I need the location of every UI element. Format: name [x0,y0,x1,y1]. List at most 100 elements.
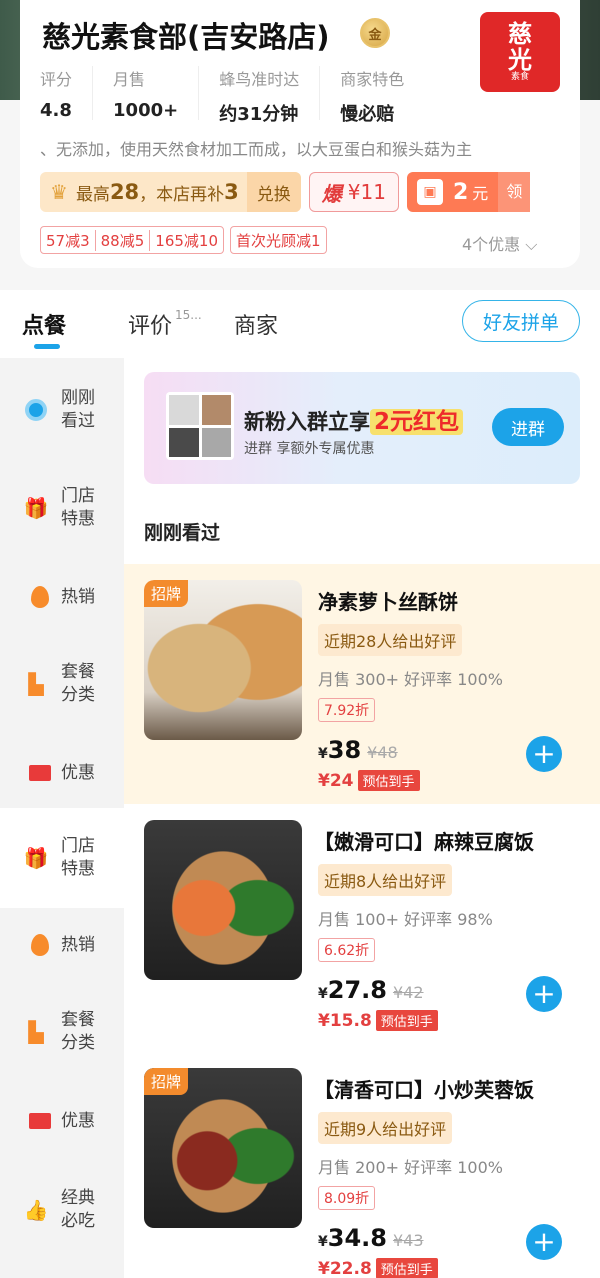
dish-discount: 6.62折 [318,938,376,962]
combo-icon: ▙ [28,1020,44,1044]
sidebar-item-store-deals[interactable]: 🎁 门店特惠 [0,478,124,538]
add-to-cart-button[interactable]: + [526,976,562,1012]
estimated-price: ¥22.8 预估到手 [318,1258,438,1278]
active-tab-indicator [34,344,60,349]
original-price: ¥43 [392,1231,424,1250]
estimated-label: 预估到手 [375,1258,438,1278]
sidebar-item-combo[interactable]: ▙ 套餐分类 [0,1002,124,1062]
offers-link[interactable]: 4个优惠 ⌵ [462,231,537,255]
tab-label: 评价 [128,314,173,339]
discount-tag: 57减3 [41,229,96,251]
coupon-icon [29,1110,51,1132]
thumb-icon: 👍 [23,1198,49,1222]
banner-subtitle: 进群 享额外专属优惠 [244,441,375,457]
flame-icon [29,934,51,956]
coupon-promo[interactable]: ▣ 2 元 领 [406,172,531,212]
sidebar-label: 门店特惠 [61,836,95,879]
flame-icon [29,586,51,608]
original-price: ¥42 [392,983,424,1002]
sidebar-item-recently-viewed[interactable]: 刚刚看过 [0,372,124,448]
sidebar-item-classics[interactable]: 👍 经典必吃 [0,1180,124,1240]
dish-discount: 8.09折 [318,1186,376,1210]
sidebar-label: 热销 [61,586,95,607]
estimated-amount: ¥22.8 [318,1258,372,1278]
dish-card[interactable]: 【嫩滑可口】麻辣豆腐饭 近期8人给出好评 月售 100+ 好评率 98% 6.6… [124,804,600,1044]
current-price: 34.8 [327,1224,387,1252]
join-group-button[interactable]: 进群 [492,408,564,446]
currency-symbol: ¥ [318,986,328,1002]
full-reduction-tags[interactable]: 57减3 88减5 165减10 [40,226,224,254]
original-price: ¥48 [367,743,398,762]
estimated-label: 预估到手 [357,770,420,791]
dish-name: 【清香可口】小炒芙蓉饭 [314,1078,534,1102]
signature-tag: 招牌 [144,1068,189,1095]
store-logo[interactable]: 慈 光 素食 [480,12,560,92]
dish-sales: 月售 300+ 好评率 100% [318,670,503,689]
coupon-icon: ▣ [416,179,443,205]
add-to-cart-button[interactable]: + [526,736,562,772]
estimated-label: 预估到手 [375,1010,438,1031]
estimated-amount: ¥24 [318,770,354,791]
store-description[interactable]: 、无添加，使用天然食材加工而成，以大豆蛋白和猴头菇为主 [40,136,560,160]
gift-icon: 🎁 [23,846,49,870]
current-price: 38 [327,736,362,764]
store-name: 慈光素食部(吉安路店) [42,20,330,54]
burst-icon: 爆 [321,181,342,206]
sidebar-item-store-deals-active[interactable]: 🎁 门店特惠 [0,808,124,908]
dish-review: 近期9人给出好评 [318,1112,453,1144]
estimated-amount: ¥15.8 [318,1010,372,1031]
sidebar-label: 刚刚看过 [61,388,95,431]
tab-label: 点餐 [22,314,67,339]
category-sidebar: 刚刚看过 🎁 门店特惠 热销 ▙ 套餐分类 优惠 🎁 门店特惠 热销 ▙ 套餐分… [0,358,124,1278]
banner-red-packet: 2元红包 [370,409,464,435]
promo-row: ♛ 最高 28 ，本店再补 3 兑换 爆 ¥11 ▣ 2 元 领 [40,172,560,212]
dish-price: ¥38 ¥48 [318,736,398,764]
group-order-button[interactable]: 好友拼单 [462,300,580,342]
join-group-banner[interactable]: 新粉入群立享 2元红包 进群 享额外专属优惠 进群 [144,372,580,484]
stat-label: 月售 [113,70,146,89]
store-stats: 评分 4.8 月售 1000+ 蜂鸟准时达 约31分钟 商家特色 慢必赔 [40,66,444,125]
vip-amount-2: 3 [224,180,239,204]
tab-label: 商家 [234,314,279,339]
add-to-cart-button[interactable]: + [526,1224,562,1260]
tab-reviews[interactable]: 评价 15... [128,308,202,340]
dish-price: ¥27.8 ¥42 [318,976,424,1004]
tab-merchant[interactable]: 商家 [234,308,278,340]
sidebar-label: 热销 [61,934,95,955]
first-visit-tag[interactable]: 首次光顾减1 [230,226,327,254]
take-coupon-button[interactable]: 领 [498,172,531,212]
sidebar-label: 套餐分类 [61,1010,95,1053]
stat-value: 慢必赔 [340,104,395,125]
banner-title: 新粉入群立享 2元红包 [244,402,464,436]
dish-image[interactable]: 招牌 [144,580,302,740]
gold-badge-icon: 金 [360,18,390,48]
dish-name: 【嫩滑可口】麻辣豆腐饭 [314,830,534,854]
signature-tag: 招牌 [144,580,189,607]
sidebar-item-combo[interactable]: ▙ 套餐分类 [0,654,124,714]
menu-list: 新粉入群立享 2元红包 进群 享额外专属优惠 进群 刚刚看过 招牌 净素萝卜丝酥饼… [124,358,600,1278]
section-title: 刚刚看过 [144,522,221,544]
sidebar-item-discount[interactable]: 优惠 [0,756,124,790]
sidebar-item-hot[interactable]: 热销 [0,580,124,614]
dish-image[interactable] [144,820,302,980]
current-price: 27.8 [327,976,387,1004]
stat-value: 约31分钟 [219,104,299,125]
dish-review: 近期28人给出好评 [318,624,463,656]
dish-image[interactable]: 招牌 [144,1068,302,1228]
stat-label: 商家特色 [340,70,405,89]
dish-card[interactable]: 招牌 【清香可口】小炒芙蓉饭 近期9人给出好评 月售 200+ 好评率 100%… [124,1052,600,1278]
sidebar-label: 门店特惠 [61,486,95,529]
sidebar-item-hot[interactable]: 热销 [0,928,124,962]
exchange-button[interactable]: 兑换 [246,172,301,212]
dish-price: ¥34.8 ¥43 [318,1224,424,1252]
stat-delivery-time: 蜂鸟准时达 约31分钟 [219,66,321,125]
sidebar-item-discount[interactable]: 优惠 [0,1104,124,1138]
burst-red-packet[interactable]: 爆 ¥11 [308,172,399,212]
vip-promo[interactable]: ♛ 最高 28 ，本店再补 3 兑换 [40,172,301,212]
tab-order[interactable]: 点餐 [22,308,67,349]
review-count: 15... [175,308,202,322]
estimated-price: ¥15.8 预估到手 [318,1010,438,1031]
stat-value: 4.8 [40,100,72,121]
dish-card[interactable]: 招牌 净素萝卜丝酥饼 近期28人给出好评 月售 300+ 好评率 100% 7.… [124,564,600,804]
dish-discount: 7.92折 [318,698,376,722]
